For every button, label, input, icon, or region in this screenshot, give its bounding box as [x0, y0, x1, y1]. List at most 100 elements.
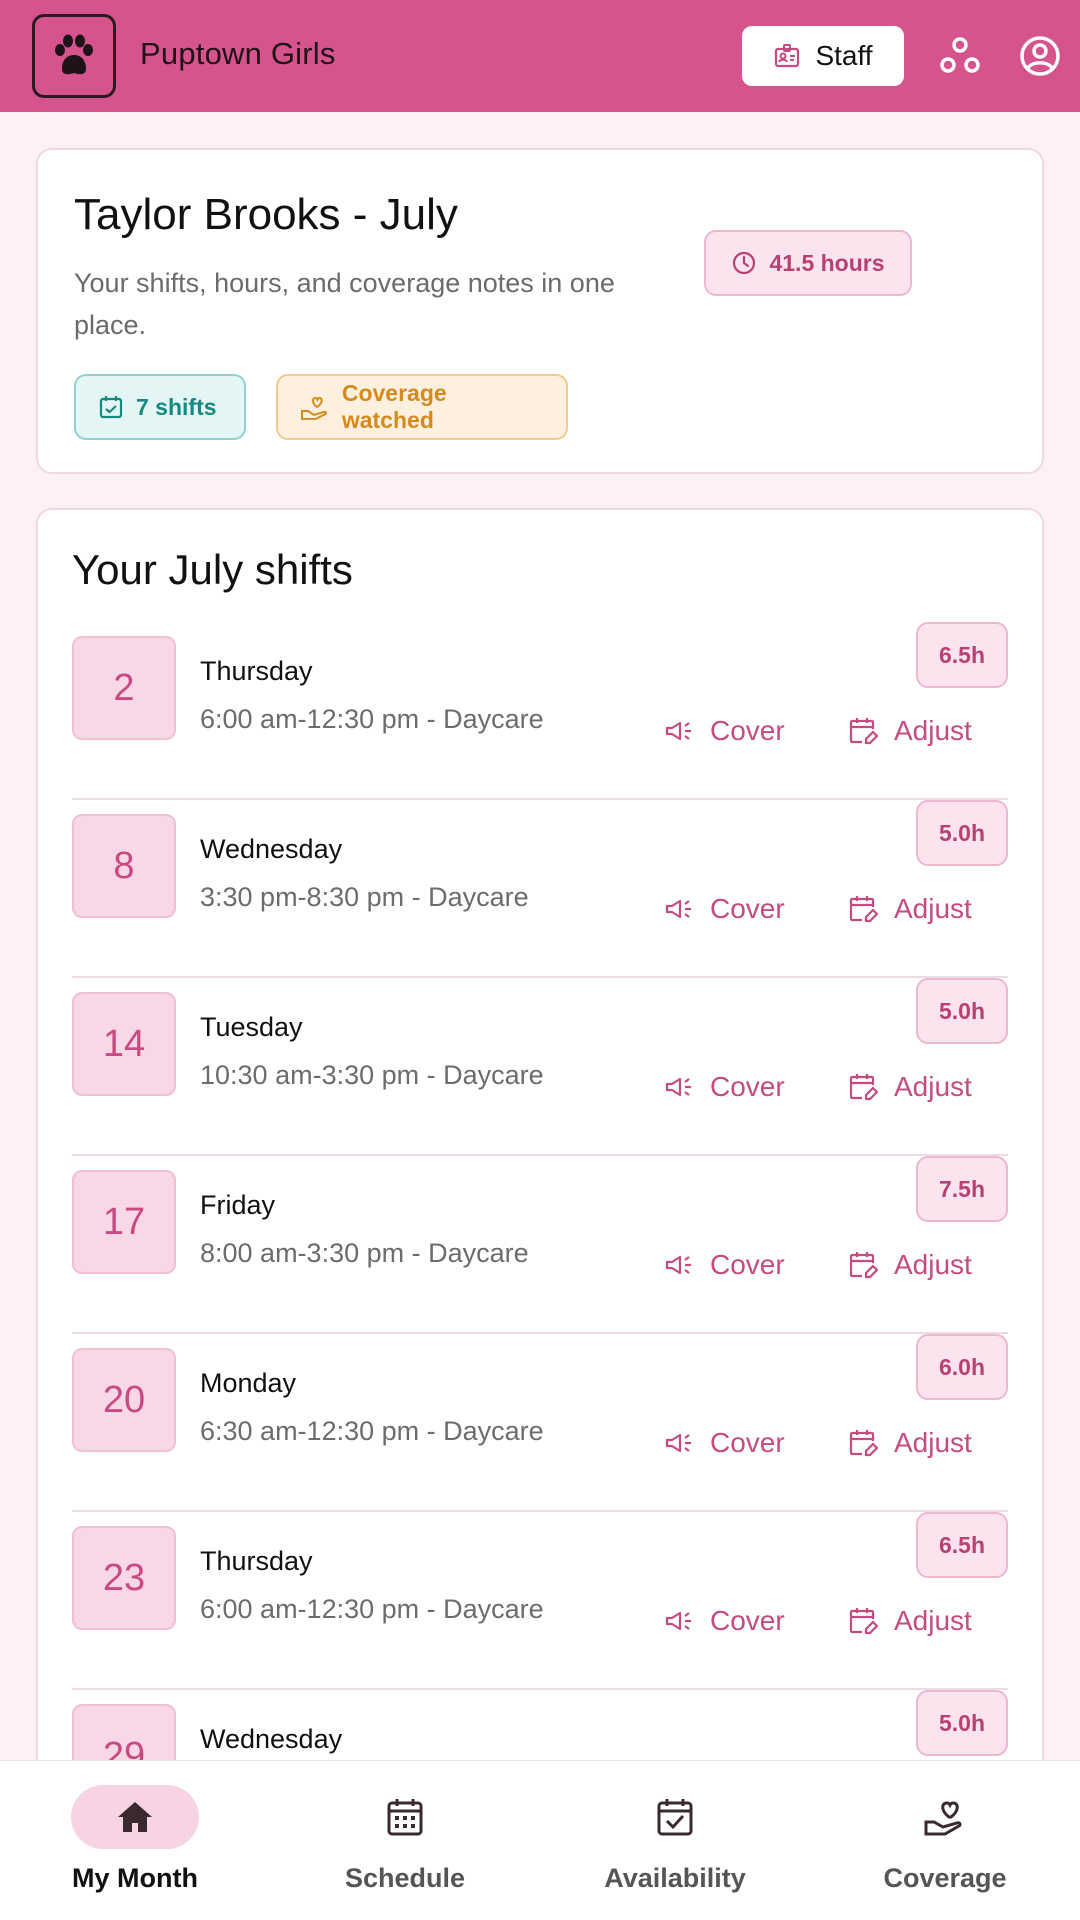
month-summary-card: Taylor Brooks - July Your shifts, hours,…: [36, 148, 1044, 474]
shift-hours-badge: 5.0h: [916, 1690, 1008, 1756]
shift-weekday: Tuesday: [200, 1012, 303, 1042]
shift-hours-badge: 6.5h: [916, 1512, 1008, 1578]
adjust-button[interactable]: Adjust: [848, 884, 972, 934]
cover-button[interactable]: Cover: [664, 1596, 785, 1646]
shifts-list-card: Your July shifts 2 Thursday 6:00 am-12:30 …: [36, 508, 1044, 1920]
shift-time-location: 6:00 am-12:30 pm - Daycare: [200, 704, 544, 734]
app-logo[interactable]: [32, 14, 116, 98]
coverage-status-label: Coverage watched: [341, 380, 447, 433]
megaphone-icon: [665, 1611, 691, 1631]
shift-row: 14 Tuesday 10:30 am-3:30 pm - Daycare 5.0h C…: [72, 978, 1008, 1156]
nav-schedule[interactable]: Schedule: [270, 1761, 540, 1920]
nav-availability[interactable]: Availability: [540, 1761, 810, 1920]
shift-row: 17 Friday 8:00 am-3:30 pm - Daycare 7.5h Cov…: [72, 1156, 1008, 1334]
shift-count-label: 7 shifts: [136, 393, 217, 420]
paw-icon: [55, 34, 93, 75]
hand-heart-icon: [924, 1801, 962, 1836]
calendar-edit-icon: [849, 896, 878, 923]
nav-label: Coverage: [883, 1863, 1007, 1893]
staff-label: Staff: [815, 40, 873, 71]
adjust-label: Adjust: [894, 893, 972, 924]
adjust-button[interactable]: Adjust: [848, 706, 972, 756]
megaphone-icon: [665, 899, 691, 919]
shift-day-number: 8: [72, 814, 176, 918]
adjust-label: Adjust: [894, 1249, 972, 1280]
shift-hours-badge: 5.0h: [916, 800, 1008, 866]
nav-label: Schedule: [344, 1863, 466, 1893]
staff-role-button[interactable]: Staff: [742, 26, 904, 86]
top-app-bar: Puptown Girls Staff: [0, 0, 1080, 112]
calendar-edit-icon: [849, 1074, 878, 1101]
id-badge-icon: [775, 44, 800, 68]
cover-label: Cover: [710, 1605, 785, 1636]
shift-row: 23 Thursday 6:00 am-12:30 pm - Daycare 6.5h…: [72, 1512, 1008, 1690]
cover-label: Cover: [710, 1249, 785, 1280]
hand-heart-icon: [300, 397, 328, 420]
shift-day-number: 2: [72, 636, 176, 740]
shift-row: 2 Thursday 6:00 am-12:30 pm - Daycare 6.5h C…: [72, 622, 1008, 800]
cover-button[interactable]: Cover: [664, 706, 785, 756]
adjust-label: Adjust: [894, 1427, 972, 1458]
calendar-edit-icon: [849, 1608, 878, 1635]
nav-label: Availability: [604, 1863, 746, 1893]
adjust-label: Adjust: [894, 1605, 972, 1636]
shift-weekday: Wednesday: [200, 1724, 343, 1754]
cover-button[interactable]: Cover: [664, 1240, 785, 1290]
shift-time-location: 6:00 am-12:30 pm - Daycare: [200, 1594, 544, 1624]
nav-coverage[interactable]: Coverage: [810, 1761, 1080, 1920]
total-hours-value: 41.5 hours: [769, 249, 885, 276]
shift-time-location: 6:30 am-12:30 pm - Daycare: [200, 1416, 544, 1446]
adjust-label: Adjust: [894, 1071, 972, 1102]
app-title: Puptown Girls: [140, 36, 336, 71]
megaphone-icon: [665, 721, 691, 741]
adjust-button[interactable]: Adjust: [848, 1596, 972, 1646]
cover-button[interactable]: Cover: [664, 1062, 785, 1112]
shift-time-location: 10:30 am-3:30 pm - Daycare: [200, 1060, 544, 1090]
adjust-label: Adjust: [894, 715, 972, 746]
megaphone-icon: [665, 1433, 691, 1453]
calendar-edit-icon: [849, 718, 878, 745]
shift-weekday: Friday: [200, 1190, 276, 1220]
calendar-check-icon: [657, 1799, 693, 1836]
shift-row: 20 Monday 6:30 am-12:30 pm - Daycare 6.0h Co…: [72, 1334, 1008, 1512]
shift-count-chip: 7 shifts: [74, 374, 246, 440]
clock-icon: [733, 251, 756, 275]
shift-hours-badge: 6.5h: [916, 622, 1008, 688]
calendar-edit-icon: [849, 1430, 878, 1457]
shift-weekday: Wednesday: [200, 834, 343, 864]
bottom-navigation: My Month Schedule Availability Coverage: [0, 1760, 1080, 1920]
calendar-check-icon: [99, 396, 123, 419]
adjust-button[interactable]: Adjust: [848, 1418, 972, 1468]
shift-weekday: Thursday: [200, 1546, 313, 1576]
nav-label: My Month: [72, 1863, 198, 1893]
cover-label: Cover: [710, 893, 785, 924]
shift-hours-badge: 6.0h: [916, 1334, 1008, 1400]
megaphone-icon: [665, 1077, 691, 1097]
shift-hours-badge: 7.5h: [916, 1156, 1008, 1222]
cover-label: Cover: [710, 1071, 785, 1102]
cover-button[interactable]: Cover: [664, 884, 785, 934]
nav-my-month[interactable]: My Month: [0, 1761, 270, 1920]
calendar-edit-icon: [849, 1252, 878, 1279]
total-hours-badge: 41.5 hours: [704, 230, 912, 296]
page-title: Taylor Brooks - July: [74, 190, 458, 239]
cover-label: Cover: [710, 715, 785, 746]
shift-day-number: 20: [72, 1348, 176, 1452]
account-icon[interactable]: [1016, 32, 1064, 80]
adjust-button[interactable]: Adjust: [848, 1062, 972, 1112]
shift-weekday: Monday: [200, 1368, 297, 1398]
shift-day-number: 14: [72, 992, 176, 1096]
shift-hours-badge: 5.0h: [916, 978, 1008, 1044]
calendar-grid-icon: [387, 1799, 423, 1836]
home-icon: [118, 1802, 152, 1832]
workspace-icon[interactable]: [936, 32, 984, 80]
shift-row: 8 Wednesday 3:30 pm-8:30 pm - Daycare 5.0h C…: [72, 800, 1008, 978]
cover-button[interactable]: Cover: [664, 1418, 785, 1468]
adjust-button[interactable]: Adjust: [848, 1240, 972, 1290]
coverage-status-chip: Coverage watched: [276, 374, 568, 440]
shifts-heading: Your July shifts: [72, 546, 353, 593]
shift-day-number: 17: [72, 1170, 176, 1274]
shift-time-location: 8:00 am-3:30 pm - Daycare: [200, 1238, 529, 1268]
cover-label: Cover: [710, 1427, 785, 1458]
shift-day-number: 23: [72, 1526, 176, 1630]
